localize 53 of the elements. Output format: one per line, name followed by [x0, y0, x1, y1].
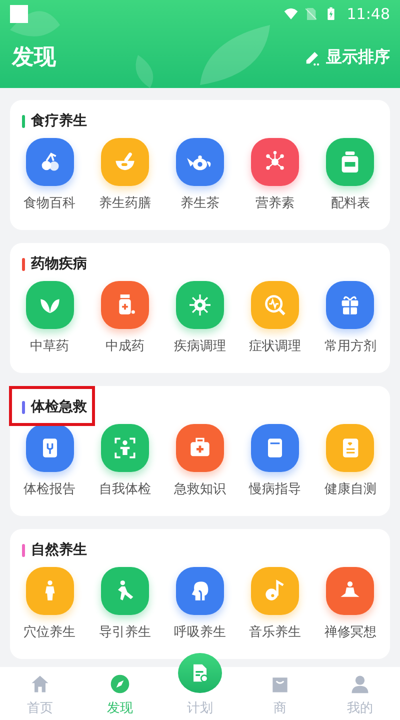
person-icon	[349, 673, 371, 695]
section-title: 食疗养生	[31, 112, 87, 130]
head-icon[interactable]	[176, 567, 224, 615]
item-label[interactable]: 症状调理	[249, 337, 302, 355]
notification-icon	[10, 5, 28, 23]
item-label[interactable]: 穴位养生	[24, 623, 76, 641]
item-label[interactable]: 禅修冥想	[324, 623, 376, 641]
clipboard-icon[interactable]	[26, 424, 74, 472]
cherries-icon[interactable]	[26, 138, 74, 186]
item-label[interactable]: 食物百科	[24, 194, 76, 212]
item-label[interactable]: 慢病指导	[249, 480, 302, 498]
no-sim-icon	[302, 6, 319, 22]
item-label[interactable]: 养生茶	[180, 194, 220, 212]
book-icon[interactable]	[251, 424, 300, 472]
mortar-icon[interactable]	[100, 138, 149, 186]
section-title: 药物疾病	[31, 255, 87, 273]
notebook-icon[interactable]	[326, 424, 374, 472]
item-label[interactable]: 疾病调理	[174, 337, 226, 355]
item-label[interactable]: 导引养生	[98, 623, 151, 641]
walking-figure-icon[interactable]	[100, 567, 149, 615]
item-label[interactable]: 音乐养生	[249, 623, 302, 641]
item-label[interactable]: 体检报告	[24, 480, 76, 498]
plan-button[interactable]	[178, 653, 222, 693]
page-title: 发现	[12, 44, 56, 72]
wifi-icon	[282, 6, 299, 22]
magnifier-icon[interactable]	[251, 281, 300, 329]
jar-icon[interactable]	[326, 138, 374, 186]
body-icon[interactable]	[26, 567, 74, 615]
item-label[interactable]: 中草药	[30, 337, 70, 355]
home-icon	[29, 673, 51, 695]
compass-icon	[109, 673, 131, 695]
gift-icon[interactable]	[326, 281, 374, 329]
item-label[interactable]: 急救知识	[174, 480, 226, 498]
virus-icon[interactable]	[176, 281, 224, 329]
section-title: 体检急救	[31, 398, 87, 416]
item-label[interactable]: 健康自测	[324, 480, 376, 498]
molecule-icon[interactable]	[251, 138, 300, 186]
item-label[interactable]: 配料表	[330, 194, 370, 212]
item-label[interactable]: 自我体检	[98, 480, 151, 498]
body-scan-icon[interactable]	[100, 424, 149, 472]
clock-time: 11:48	[346, 5, 390, 23]
item-label[interactable]: 养生药膳	[98, 194, 151, 212]
item-label[interactable]: 常用方剂	[324, 337, 376, 355]
item-label[interactable]: 中成药	[105, 337, 144, 355]
leaf-icon[interactable]	[26, 281, 74, 329]
first-aid-kit-icon[interactable]	[176, 424, 224, 472]
meditating-figure-icon[interactable]	[326, 567, 374, 615]
teapot-icon[interactable]	[176, 138, 224, 186]
item-label[interactable]: 呼吸养生	[174, 623, 226, 641]
pill-bottle-icon[interactable]	[100, 281, 149, 329]
section-title: 自然养生	[31, 541, 87, 559]
music-note-icon[interactable]	[251, 567, 300, 615]
item-label[interactable]: 营养素	[256, 194, 295, 212]
